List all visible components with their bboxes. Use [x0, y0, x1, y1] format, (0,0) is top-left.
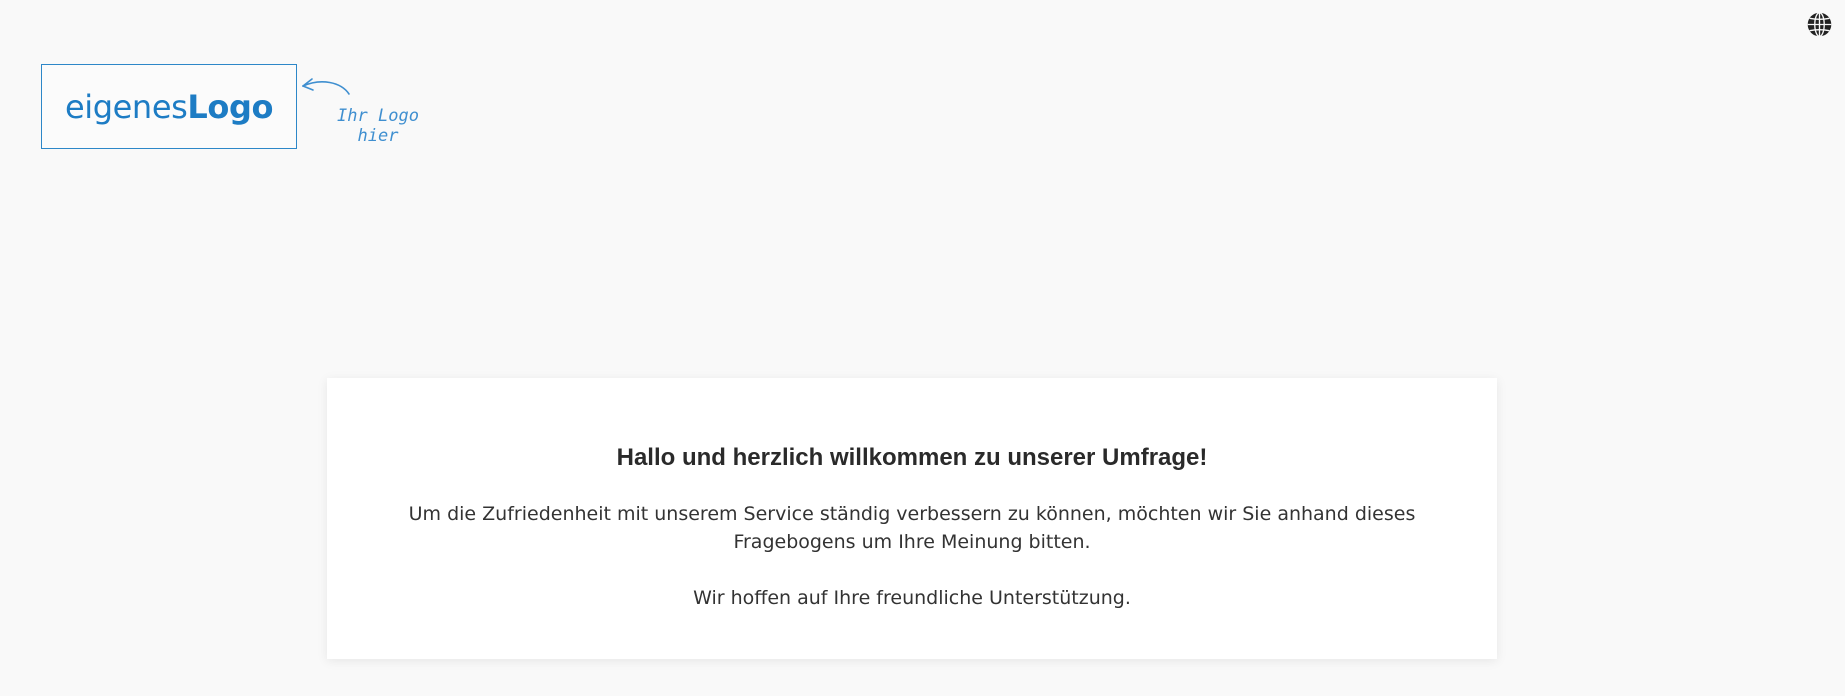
logo-note-line2: hier — [357, 126, 399, 146]
logo-note-line1: Ihr Logo — [337, 106, 419, 126]
survey-page: eigenes Logo Ihr Logo hier Hallo und herz… — [0, 0, 1845, 696]
arrow-icon — [302, 78, 350, 95]
welcome-intro-text: Um die Zufriedenheit mit unserem Service… — [408, 503, 1416, 553]
logo-placeholder-note: Ihr Logo hier — [323, 106, 433, 146]
logo-text-bold: Logo — [187, 87, 274, 126]
company-logo: eigenes Logo — [41, 64, 297, 149]
globe-icon — [1807, 11, 1831, 37]
logo-text-regular: eigenes — [64, 87, 188, 126]
welcome-title: Hallo und herzlich willkommen zu unserer… — [616, 444, 1208, 471]
welcome-support-text: Wir hoffen auf Ihre freundliche Unterstü… — [693, 587, 1131, 609]
logo-area: eigenes Logo Ihr Logo hier — [41, 64, 421, 154]
language-button[interactable] — [1805, 10, 1833, 38]
welcome-card: Hallo und herzlich willkommen zu unserer… — [327, 378, 1497, 659]
